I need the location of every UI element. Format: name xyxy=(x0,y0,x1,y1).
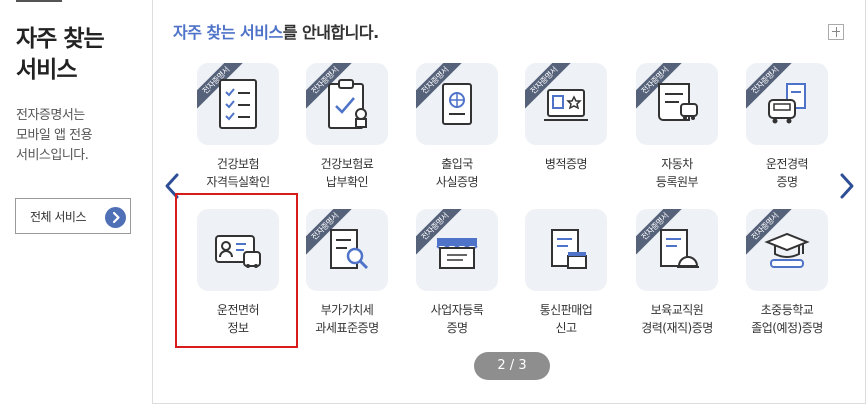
service-tile: 전자증명서 xyxy=(636,63,718,145)
service-tile: 전자증명서 xyxy=(746,209,828,291)
sidebar-title-line: 자주 찾는 xyxy=(16,26,105,52)
service-tile xyxy=(197,209,279,291)
helmet-document-icon xyxy=(660,229,699,268)
shop-document-icon xyxy=(551,229,587,269)
all-services-label: 전체 서비스 xyxy=(30,210,87,224)
panel-heading-rest: 를 안내합니다. xyxy=(282,23,379,42)
services-panel xyxy=(152,0,866,404)
service-item[interactable]: 전자증명서 건강보험 자격득실확인 xyxy=(173,63,285,195)
service-item[interactable]: 전자증명서 사업자등록 증명 xyxy=(392,209,504,341)
service-tile: 전자증명서 xyxy=(746,63,828,145)
service-item[interactable]: 전자증명서 건강보험료 납부확인 xyxy=(282,63,394,195)
service-tile: 전자증명서 xyxy=(636,209,718,291)
service-label: 초중등학교 졸업(예정)증명 xyxy=(751,303,823,335)
sidebar-desc-line: 전자증명서는 xyxy=(16,108,85,123)
panel-heading: 자주 찾는 서비스를 안내합니다. xyxy=(173,19,379,43)
service-label: 운전경력 증명 xyxy=(765,157,809,189)
plus-icon[interactable] xyxy=(828,24,844,40)
sidebar-desc-line: 서비스입니다. xyxy=(16,148,89,163)
service-item[interactable]: 전자증명서 부가가치세 과세표준증명 xyxy=(282,209,394,341)
sidebar-description: 전자증명서는 모바일 앱 전용 서비스입니다. xyxy=(16,106,126,166)
sidebar-desc-line: 모바일 앱 전용 xyxy=(16,128,93,143)
service-item[interactable]: 전자증명서 보육교직원 경력(재직)증명 xyxy=(612,209,724,341)
passport-icon xyxy=(442,83,472,125)
driver-license-icon xyxy=(215,235,261,268)
document-search-icon xyxy=(330,229,369,270)
service-item[interactable]: 전자증명서 자동차 등록원부 xyxy=(612,63,724,195)
top-accent-line xyxy=(16,0,62,2)
clipboard-check-icon xyxy=(328,79,367,129)
service-item[interactable]: 통신판매업 신고 xyxy=(501,209,613,341)
car-record-icon xyxy=(768,83,806,124)
service-item[interactable]: 전자증명서 출입국 사실증명 xyxy=(392,63,504,195)
all-services-button[interactable]: 전체 서비스 xyxy=(15,198,131,234)
service-item[interactable]: 전자증명서 운전경력 증명 xyxy=(722,63,834,195)
sidebar-title: 자주 찾는 서비스 xyxy=(16,24,136,86)
service-tile: 전자증명서 xyxy=(416,209,498,291)
sidebar-title-line: 서비스 xyxy=(16,57,77,83)
service-item[interactable]: 전자증명서 초중등학교 졸업(예정)증명 xyxy=(722,209,834,341)
service-tile xyxy=(525,209,607,291)
page-indicator: 2 / 3 xyxy=(474,352,550,380)
storefront-icon xyxy=(436,238,478,269)
panel-heading-highlight: 자주 찾는 서비스 xyxy=(173,23,283,42)
service-tile: 전자증명서 xyxy=(306,209,388,291)
service-item[interactable]: 전자증명서 병적증명 xyxy=(501,63,613,195)
chevron-right-icon xyxy=(105,207,126,228)
checklist-icon xyxy=(219,79,257,129)
car-document-icon xyxy=(658,83,698,121)
service-tile: 전자증명서 xyxy=(197,63,279,145)
graduation-cap-icon xyxy=(764,232,810,268)
service-item[interactable]: 운전면허 정보 xyxy=(173,209,285,341)
service-tile: 전자증명서 xyxy=(525,63,607,145)
service-tile: 전자증명서 xyxy=(416,63,498,145)
military-id-icon xyxy=(544,89,588,121)
service-tile: 전자증명서 xyxy=(306,63,388,145)
